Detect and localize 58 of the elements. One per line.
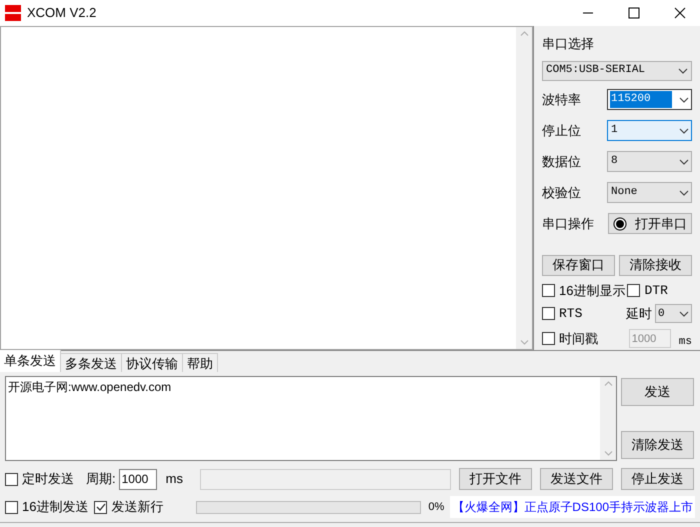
setting-label: 校验位	[542, 184, 581, 202]
progress-reading: 0%	[428, 500, 444, 515]
setting-dropdown[interactable]: None	[607, 182, 692, 203]
ad-link[interactable]: 【火爆全网】正点原子DS100手持示波器上市	[450, 496, 695, 518]
chevron-down-icon	[679, 158, 689, 164]
checkbox[interactable]	[5, 472, 18, 486]
checkbox[interactable]	[542, 284, 555, 297]
chevron-down-icon	[679, 128, 689, 134]
checkbox[interactable]	[542, 307, 555, 320]
file-action-button[interactable]: 打开文件	[459, 468, 532, 490]
checkbox[interactable]	[94, 500, 108, 514]
period-label: 周期:	[86, 470, 116, 488]
checkbox-label: RTS	[559, 305, 582, 323]
tab[interactable]: 协议传输	[122, 353, 183, 372]
tab[interactable]: 单条发送	[0, 350, 61, 372]
setting-dropdown[interactable]: 115200	[607, 89, 692, 110]
setting-label: 波特率	[542, 90, 581, 109]
setting-dropdown[interactable]: 8	[607, 151, 692, 172]
delay-label: 延时	[626, 305, 652, 323]
port-label: 串口选择	[542, 35, 595, 53]
clear-send-button[interactable]: 清除发送	[621, 431, 694, 459]
chevron-down-icon	[679, 190, 689, 196]
port-dropdown[interactable]: COM5:USB-SERIAL	[542, 60, 692, 80]
app-logo-icon	[5, 5, 21, 21]
setting-dropdown[interactable]: 1	[607, 120, 692, 141]
save-window-button[interactable]: 保存窗口	[542, 254, 615, 276]
file-action-button[interactable]: 发送文件	[540, 468, 613, 490]
checkbox[interactable]	[627, 284, 640, 297]
tab[interactable]: 帮助	[183, 353, 218, 372]
file-path-field[interactable]	[200, 468, 451, 490]
chevron-down-icon	[679, 310, 689, 317]
checkbox-label: DTR	[644, 282, 668, 300]
radio-indicator-icon	[613, 216, 627, 230]
clear-receive-button[interactable]: 清除接收	[619, 254, 692, 276]
send-text: 开源电子网:www.openedv.com	[7, 379, 172, 396]
window-title: XCOM V2.2	[27, 4, 96, 22]
chevron-down-icon	[678, 68, 688, 74]
checkbox-label: 定时发送	[22, 470, 74, 488]
delay-dropdown[interactable]: 0	[655, 304, 692, 324]
send-button[interactable]: 发送	[621, 378, 694, 406]
period-field[interactable]: 1000	[118, 468, 157, 490]
setting-label: 数据位	[542, 152, 581, 171]
unit-label: ms	[678, 334, 692, 350]
tab[interactable]: 多条发送	[61, 353, 122, 372]
checkbox-label: 16进制发送	[22, 498, 88, 516]
checkbox-label: 时间戳	[559, 330, 598, 348]
close-icon[interactable]	[674, 7, 686, 19]
setting-label: 停止位	[542, 122, 581, 140]
open-port-button[interactable]: 打开串口	[608, 213, 692, 234]
checkbox[interactable]	[5, 500, 18, 514]
operation-label: 串口操作	[542, 214, 594, 233]
chevron-down-icon	[679, 96, 689, 102]
checkbox-label: 16进制显示	[559, 282, 626, 300]
file-action-button[interactable]: 停止发送	[621, 468, 694, 490]
maximize-icon[interactable]	[628, 7, 640, 19]
send-text-area[interactable]: 开源电子网:www.openedv.com	[5, 376, 617, 461]
checkbox-label: 发送新行	[111, 498, 164, 516]
unit-label: ms	[166, 470, 183, 488]
